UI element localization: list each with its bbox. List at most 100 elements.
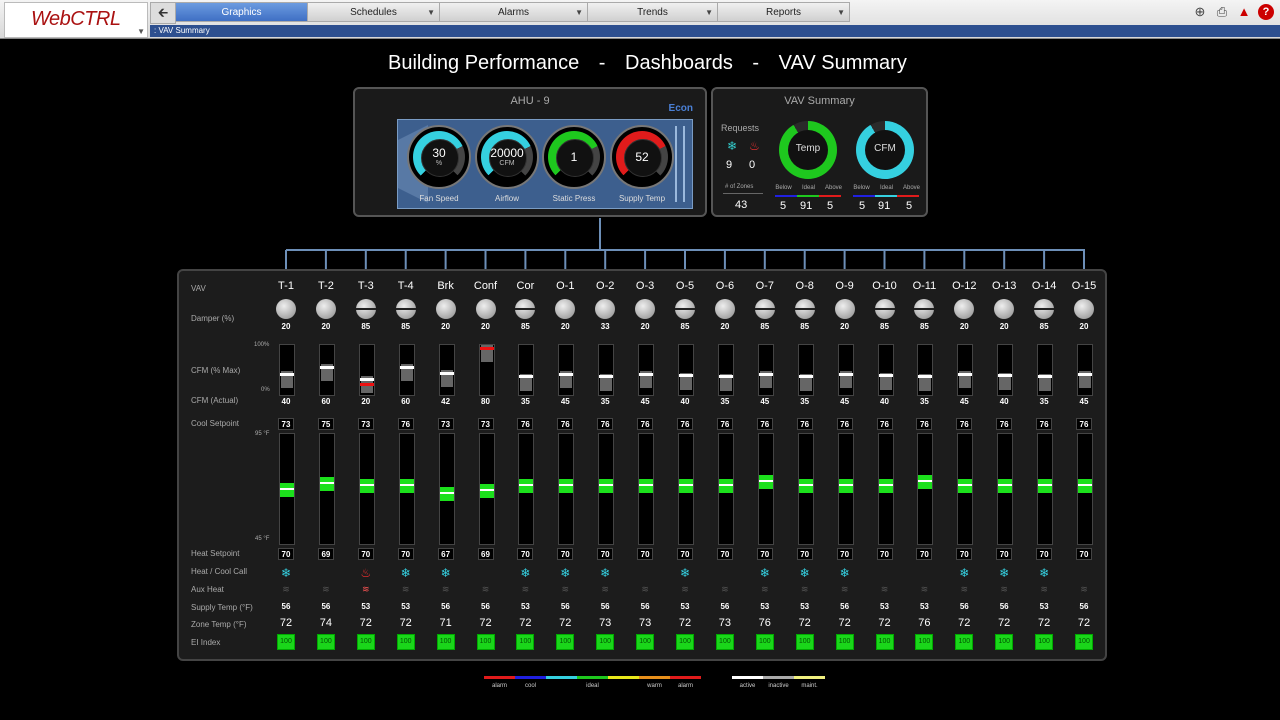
vav-name[interactable]: O-15 [1064, 280, 1104, 292]
cool-setpoint-value[interactable]: 73 [357, 418, 374, 430]
cool-setpoint-value[interactable]: 76 [756, 418, 773, 430]
vav-column-o-14[interactable]: O-14 85 35 76 70 ❄ ≋ 53 72 100 [1024, 271, 1064, 659]
vav-column-o-12[interactable]: O-12 20 45 76 70 ❄ ≋ 56 72 100 [944, 271, 984, 659]
heat-setpoint-value[interactable]: 70 [637, 548, 654, 560]
vav-column-o-11[interactable]: O-11 85 35 76 70 ≋ 53 76 100 [904, 271, 944, 659]
vav-column-o-7[interactable]: O-7 85 45 76 70 ❄ ≋ 53 76 100 [745, 271, 785, 659]
vav-name[interactable]: O-12 [944, 280, 984, 292]
vav-column-t-4[interactable]: T-4 85 60 76 70 ❄ ≋ 53 72 100 [386, 271, 426, 659]
vav-column-o-5[interactable]: O-5 85 40 76 70 ❄ ≋ 53 72 100 [665, 271, 705, 659]
ei-index-badge[interactable]: 100 [556, 634, 575, 650]
ei-index-badge[interactable]: 100 [277, 634, 295, 650]
heat-setpoint-value[interactable]: 70 [756, 548, 773, 560]
ei-index-badge[interactable]: 100 [476, 634, 495, 650]
vav-column-o-15[interactable]: O-15 20 45 76 70 ≋ 56 72 100 [1064, 271, 1104, 659]
heat-setpoint-value[interactable]: 70 [557, 548, 574, 560]
static-press-gauge[interactable]: 1 [542, 125, 606, 189]
vav-name[interactable]: O-11 [904, 280, 944, 292]
vav-name[interactable]: O-7 [745, 280, 785, 292]
ei-index-badge[interactable]: 100 [955, 634, 974, 650]
ei-index-badge[interactable]: 100 [396, 634, 415, 650]
ei-index-badge[interactable]: 100 [1035, 634, 1054, 650]
vav-column-t-2[interactable]: T-2 20 60 75 69 ≋ 56 74 100 [306, 271, 346, 659]
heat-setpoint-value[interactable]: 70 [597, 548, 614, 560]
heat-setpoint-value[interactable]: 70 [677, 548, 693, 560]
cool-setpoint-value[interactable]: 76 [916, 418, 933, 430]
cool-setpoint-value[interactable]: 76 [796, 418, 813, 430]
vav-name[interactable]: O-9 [825, 280, 865, 292]
cool-setpoint-value[interactable]: 76 [956, 418, 973, 430]
ahu-panel[interactable]: AHU - 9 Econ 30% Fan Speed 20000 CFM Airflow… [353, 87, 707, 217]
vav-name[interactable]: O-3 [625, 280, 665, 292]
vav-summary-panel[interactable]: VAV Summary Requests ❄ ♨ 9 0 # of Zones … [711, 87, 928, 217]
heat-setpoint-value[interactable]: 70 [916, 548, 933, 560]
vav-name[interactable]: T-4 [386, 280, 426, 292]
cool-setpoint-value[interactable]: 76 [996, 418, 1013, 430]
cool-setpoint-value[interactable]: 76 [836, 418, 853, 430]
ei-index-badge[interactable]: 100 [995, 634, 1014, 650]
fan-speed-gauge[interactable]: 30% [407, 125, 471, 189]
heat-setpoint-value[interactable]: 70 [1076, 548, 1092, 560]
vav-name[interactable]: Brk [426, 280, 466, 292]
heat-setpoint-value[interactable]: 67 [437, 548, 454, 560]
vav-column-cor[interactable]: Cor 85 35 76 70 ❄ ≋ 53 72 100 [505, 271, 545, 659]
vav-name[interactable]: T-1 [266, 280, 306, 292]
heat-setpoint-value[interactable]: 70 [278, 548, 294, 560]
vav-name[interactable]: O-10 [865, 280, 905, 292]
cool-setpoint-value[interactable]: 73 [278, 418, 294, 430]
vav-column-t-3[interactable]: T-3 85 20 73 70 ♨ ≋ 53 72 100 [346, 271, 386, 659]
vav-column-conf[interactable]: Conf 20 80 73 69 ≋ 56 72 100 [466, 271, 506, 659]
vav-name[interactable]: O-5 [665, 280, 705, 292]
vav-name[interactable]: O-1 [545, 280, 585, 292]
heat-setpoint-value[interactable]: 70 [517, 548, 534, 560]
ei-index-badge[interactable]: 100 [356, 634, 375, 650]
temp-donut[interactable]: Temp [779, 121, 837, 179]
vav-name[interactable]: O-13 [984, 280, 1024, 292]
ei-index-badge[interactable]: 100 [915, 634, 934, 650]
vav-column-o-1[interactable]: O-1 20 45 76 70 ❄ ≋ 56 72 100 [545, 271, 585, 659]
vav-name[interactable]: T-2 [306, 280, 346, 292]
vav-name[interactable]: Cor [505, 280, 545, 292]
vav-name[interactable]: Conf [466, 280, 506, 292]
cool-setpoint-value[interactable]: 75 [317, 418, 334, 430]
cool-setpoint-value[interactable]: 76 [716, 418, 733, 430]
ei-index-badge[interactable]: 100 [1075, 634, 1093, 650]
ei-index-badge[interactable]: 100 [835, 634, 854, 650]
heat-setpoint-value[interactable]: 70 [876, 548, 893, 560]
cool-setpoint-value[interactable]: 73 [477, 418, 494, 430]
cool-setpoint-value[interactable]: 76 [876, 418, 893, 430]
vav-column-o-10[interactable]: O-10 85 40 76 70 ≋ 53 72 100 [865, 271, 905, 659]
vav-name[interactable]: T-3 [346, 280, 386, 292]
heat-setpoint-value[interactable]: 70 [836, 548, 853, 560]
ei-index-badge[interactable]: 100 [516, 634, 535, 650]
ei-index-badge[interactable]: 100 [636, 634, 655, 650]
ei-index-badge[interactable]: 100 [715, 634, 734, 650]
heat-setpoint-value[interactable]: 70 [956, 548, 973, 560]
cool-setpoint-value[interactable]: 76 [1076, 418, 1092, 430]
heat-setpoint-value[interactable]: 69 [317, 548, 334, 560]
heat-setpoint-value[interactable]: 70 [397, 548, 414, 560]
vav-name[interactable]: O-8 [785, 280, 825, 292]
vav-name[interactable]: O-6 [705, 280, 745, 292]
heat-setpoint-value[interactable]: 70 [716, 548, 733, 560]
ei-index-badge[interactable]: 100 [436, 634, 455, 650]
vav-column-brk[interactable]: Brk 20 42 73 67 ❄ ≋ 56 71 100 [426, 271, 466, 659]
ei-index-badge[interactable]: 100 [596, 634, 615, 650]
cool-setpoint-value[interactable]: 76 [397, 418, 414, 430]
ei-index-badge[interactable]: 100 [755, 634, 774, 650]
ei-index-badge[interactable]: 100 [875, 634, 894, 650]
vav-column-o-2[interactable]: O-2 33 35 76 70 ❄ ≋ 56 73 100 [585, 271, 625, 659]
heat-setpoint-value[interactable]: 70 [1036, 548, 1053, 560]
vav-column-o-8[interactable]: O-8 85 35 76 70 ❄ ≋ 53 72 100 [785, 271, 825, 659]
heat-setpoint-value[interactable]: 70 [996, 548, 1013, 560]
cool-setpoint-value[interactable]: 76 [637, 418, 654, 430]
ei-index-badge[interactable]: 100 [676, 634, 694, 650]
supply-temp-gauge[interactable]: 52 [610, 125, 674, 189]
heat-setpoint-value[interactable]: 70 [796, 548, 813, 560]
vav-name[interactable]: O-14 [1024, 280, 1064, 292]
heat-setpoint-value[interactable]: 70 [357, 548, 374, 560]
cool-setpoint-value[interactable]: 76 [517, 418, 534, 430]
vav-column-o-3[interactable]: O-3 20 45 76 70 ≋ 56 73 100 [625, 271, 665, 659]
cool-setpoint-value[interactable]: 76 [597, 418, 614, 430]
vav-column-o-13[interactable]: O-13 20 40 76 70 ❄ ≋ 56 72 100 [984, 271, 1024, 659]
